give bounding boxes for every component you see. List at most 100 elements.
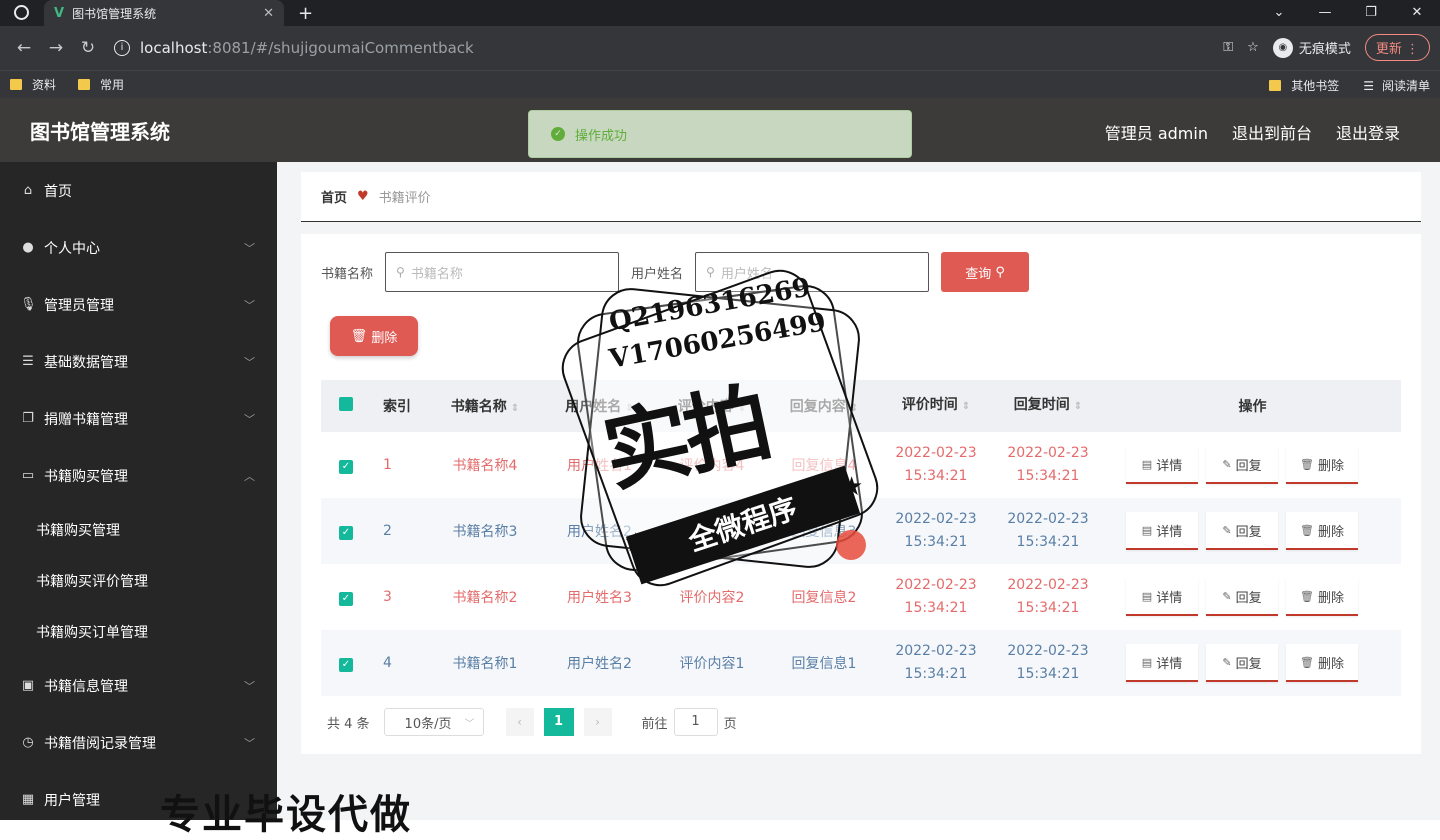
exit-to-front-link[interactable]: 退出到前台 [1232,120,1312,144]
goto-page-input[interactable]: 1 [673,708,718,736]
sidebar-subitem-purchase-comments[interactable]: 书籍购买评价管理 [0,555,277,606]
reply-button[interactable]: ✎ 回复 [1206,446,1278,484]
heart-icon: ♥ [357,189,369,204]
col-label: 评价内容 [677,399,734,415]
logout-link[interactable]: 退出登录 [1336,120,1400,144]
edit-icon: ✎ [1222,457,1232,471]
new-tab-button[interactable]: + [298,3,313,24]
time: 15:34:21 [1016,468,1080,484]
sidebar-item-purchase[interactable]: ▭ 书籍购买管理 ︿ [0,447,277,504]
bookmark-label: 其他书签 [1291,79,1340,93]
sidebar-item-donations[interactable]: ❐ 捐赠书籍管理 ﹀ [0,390,277,447]
delete-button[interactable]: 🗑︎ 删除 [1286,512,1358,550]
reload-icon[interactable]: ↻ [72,38,104,58]
sidebar-item-basedata[interactable]: ☰ 基础数据管理 ﹀ [0,333,277,390]
search-icon: ⚲ [396,265,405,279]
url-field[interactable]: i localhost:8081/#/shujigoumaiCommentbac… [106,32,1266,64]
cell-book-name: 书籍名称1 [452,656,518,672]
date: 2022-02-23 [1007,643,1089,659]
cell-index: 4 [383,655,392,671]
sort-icon[interactable]: ⇕ [850,403,858,414]
browser-tab[interactable]: V 图书馆管理系统 ✕ [44,0,284,26]
cell-comment-time: 2022-02-23 15:34:21 [880,574,992,620]
sidebar-item-home[interactable]: ⌂ 首页 [0,162,277,219]
batch-delete-button[interactable]: 🗑︎ 删除 [330,316,418,356]
cell-user-name: 用户姓名2 [567,656,632,672]
breadcrumb-home[interactable]: 首页 [321,187,347,206]
col-book-name[interactable]: 书籍名称 ⇕ [427,396,543,416]
detail-button[interactable]: ▤ 详情 [1126,446,1198,484]
col-comment-time[interactable]: 评价时间 ⇕ [880,394,992,418]
close-window-icon[interactable]: ✕ [1394,0,1440,26]
other-bookmarks[interactable]: 其他书签 [1269,77,1339,94]
sidebar-item-admins[interactable]: 🎙︎ 管理员管理 ﹀ [0,276,277,333]
date: 2022-02-23 [895,577,977,593]
delete-button[interactable]: 🗑︎ 删除 [1286,644,1358,682]
col-content[interactable]: 评价内容 ⇕ [656,396,768,416]
reply-button[interactable]: ✎ 回复 [1206,512,1278,550]
select-all-checkbox[interactable] [339,397,353,411]
bookmark-folder[interactable]: 资料 [10,76,56,93]
row-checkbox[interactable]: ✓ [339,459,353,474]
sidebar-subitem-purchase[interactable]: 书籍购买管理 [0,504,277,555]
delete-label: 删除 [1317,458,1344,474]
incognito-indicator[interactable]: ◉ 无痕模式 [1272,37,1351,58]
sidebar-item-books[interactable]: ▣ 书籍信息管理 ﹀ [0,657,277,714]
key-icon[interactable]: ⚿ [1223,40,1233,55]
user-name-placeholder: 用户姓名 [720,266,773,282]
sort-icon[interactable]: ⇕ [511,403,519,414]
time: 15:34:21 [904,468,968,484]
sort-icon[interactable]: ⇕ [1074,401,1082,412]
sidebar-subitem-purchase-orders[interactable]: 书籍购买订单管理 [0,606,277,657]
col-reply-time[interactable]: 回复时间 ⇕ [992,394,1104,418]
delete-button[interactable]: 🗑︎ 删除 [1286,446,1358,484]
col-index: 索引 [383,399,411,415]
page-size-value: 10条/页 [404,716,452,732]
restore-icon[interactable]: ❐ [1348,0,1394,26]
header-actions: 管理员 admin 退出到前台 退出登录 [1105,120,1400,144]
bookmark-folder[interactable]: 常用 [78,76,124,93]
date: 2022-02-23 [1007,577,1089,593]
sidebar-item-profile[interactable]: ● 个人中心 ﹀ [0,219,277,276]
detail-button[interactable]: ▤ 详情 [1126,578,1198,616]
book-name-input[interactable]: ⚲ 书籍名称 [385,252,620,292]
row-checkbox[interactable]: ✓ [339,525,353,540]
sidebar-item-label: 书籍借阅记录管理 [44,735,156,752]
page-number[interactable]: 1 [543,708,574,736]
prev-page-button[interactable]: ‹ [505,708,534,736]
bookmark-star-icon[interactable]: ☆ [1247,40,1259,55]
cell-content: 评价内容1 [679,656,745,672]
col-reply[interactable]: 回复内容 ⇕ [768,396,880,416]
col-user-name[interactable]: 用户姓名 ⇕ [543,396,656,416]
next-page-button[interactable]: › [583,708,612,736]
tab-close-icon[interactable]: ✕ [263,6,274,21]
update-label: 更新 [1375,42,1402,57]
sort-icon[interactable]: ⇕ [962,401,970,412]
sidebar-item-borrow[interactable]: ◷ 书籍借阅记录管理 ﹀ [0,714,277,771]
delete-button[interactable]: 🗑︎ 删除 [1286,578,1358,616]
chevron-down-icon: ﹀ [244,736,255,750]
page-size-select[interactable]: 10条/页 ﹀ [383,708,484,736]
sort-icon[interactable]: ⇕ [625,403,633,414]
row-checkbox[interactable]: ✓ [339,657,353,672]
query-button[interactable]: 查询 ⚲ [941,252,1030,292]
check-circle-icon: ✓ [551,127,565,141]
minimize-icon[interactable]: — [1302,0,1348,26]
detail-button[interactable]: ▤ 详情 [1126,512,1198,550]
row-checkbox[interactable]: ✓ [339,591,353,606]
tab-search-icon[interactable]: ⌄ [1256,0,1302,26]
reading-list[interactable]: ☰ 阅读清单 [1363,77,1430,94]
back-icon[interactable]: ← [8,38,40,58]
document-icon: ▤ [1141,523,1153,537]
site-info-icon[interactable]: i [114,40,130,56]
sidebar-item-label: 管理员管理 [44,297,114,314]
detail-button[interactable]: ▤ 详情 [1126,644,1198,682]
reply-button[interactable]: ✎ 回复 [1206,578,1278,616]
search-icon: ⚲ [706,265,715,279]
reply-button[interactable]: ✎ 回复 [1206,644,1278,682]
user-name-input[interactable]: ⚲ 用户姓名 [695,252,930,292]
chevron-up-icon: ︿ [244,469,255,483]
update-button[interactable]: 更新 ⋮ [1364,34,1430,61]
sort-icon[interactable]: ⇕ [738,403,746,414]
forward-icon[interactable]: → [40,38,72,58]
